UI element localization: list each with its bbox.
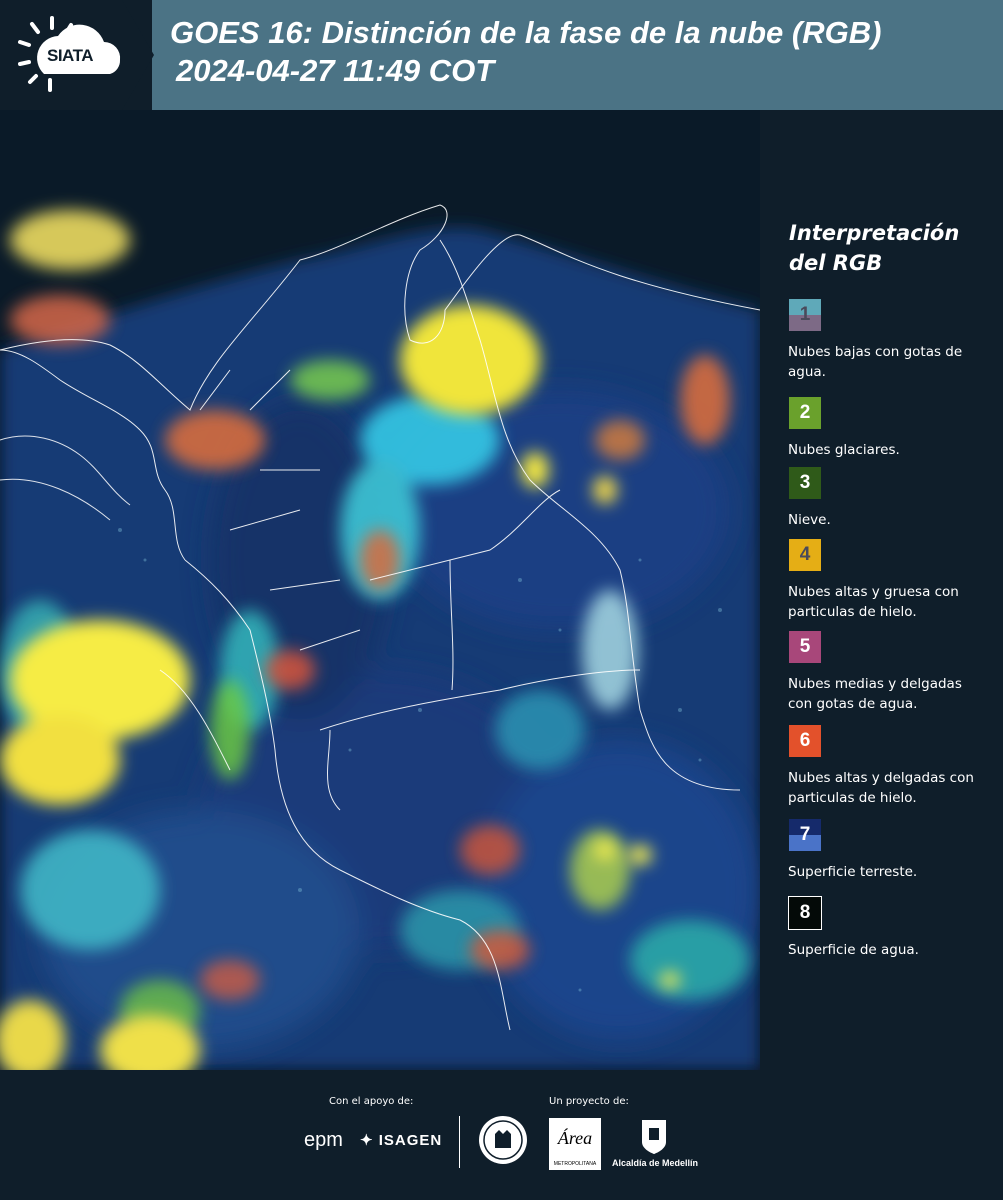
legend-swatch-3: 3 [788,466,822,500]
swatch-3-number: 3 [799,472,811,493]
legend-swatch-1: 1 [788,298,822,332]
swatch-2-number: 2 [799,402,811,423]
swatch-6-number: 6 [799,730,811,751]
area-metropolitana-icon: Área [557,1127,592,1148]
isagen-star-icon: ✦ [360,1132,374,1149]
legend-item-2: 2 Nubes glaciares. [788,396,988,460]
legend-label-4: Nubes altas y gruesa con particulas de h… [788,584,959,620]
legend-label-3: Nieve. [788,512,831,528]
project-label: Un proyecto de: [549,1096,629,1107]
page-title: GOES 16: Distinción de la fase de la nub… [170,14,881,90]
legend-swatch-5: 5 [788,630,822,664]
legend-item-3: 3 Nieve. [788,466,988,530]
legend-item-8: 8 Superficie de agua. [788,896,988,960]
satellite-image [0,110,760,1070]
header-bar: SIATA GOES 16: Distinción de la fase de … [0,0,1003,110]
legend-item-5: 5 Nubes medias y delgadas con gotas de a… [788,630,988,714]
legend-label-2: Nubes glaciares. [788,442,900,458]
area-metropolitana-logo: Área METROPOLITANA [549,1118,601,1170]
legend-item-7: 7 Superficie terreste. [788,818,988,882]
title-timestamp: 2024-04-27 11:49 COT [176,53,495,88]
legend-swatch-6: 6 [788,724,822,758]
legend-item-6: 6 Nubes altas y delgadas con particulas … [788,724,988,808]
legend-label-7: Superficie terreste. [788,864,918,880]
legend-item-1: 1 Nubes bajas con gotas de agua. [788,298,988,382]
swatch-8-number: 8 [799,902,811,923]
swatch-5-number: 5 [799,636,811,657]
epm-logo: epm [304,1129,343,1151]
legend-panel: Interpretación del RGB 1 Nubes bajas con… [762,110,1003,1070]
support-label: Con el apoyo de: [329,1096,414,1107]
legend-swatch-8: 8 [788,896,822,930]
legend-label-8: Superficie de agua. [788,942,919,958]
legend-swatch-7: 7 [788,818,822,852]
legend-swatch-2: 2 [788,396,822,430]
medellin-seal-icon [479,1116,527,1164]
swatch-4-number: 4 [799,544,811,565]
legend-label-5: Nubes medias y delgadas con gotas de agu… [788,676,962,712]
alcaldia-shield-icon [642,1120,666,1154]
legend-label-6: Nubes altas y delgadas con particulas de… [788,770,974,806]
swatch-7-number: 7 [799,824,811,845]
satellite-map[interactable] [0,110,760,1070]
svg-text:Área: Área [557,1127,592,1148]
legend-title-line2: del RGB [789,251,883,275]
title-product: GOES 16: Distinción de la fase de la nub… [170,15,882,50]
amva-text: METROPOLITANA [553,1161,597,1167]
legend-label-1: Nubes bajas con gotas de agua. [788,344,963,380]
legend-item-4: 4 Nubes altas y gruesa con particulas de… [788,538,988,622]
isagen-logo: ✦ ISAGEN [360,1131,442,1149]
legend-title-line1: Interpretación [789,221,960,245]
isagen-logo-text: ISAGEN [378,1132,443,1149]
legend-swatch-4: 4 [788,538,822,572]
siata-logo-text: SIATA [47,46,93,65]
footer: Con el apoyo de: Un proyecto de: epm ✦ I… [0,1070,1003,1200]
footer-divider [459,1116,460,1168]
alcaldia-medellin-text: Alcaldía de Medellín [612,1158,699,1168]
legend-title: Interpretación del RGB [789,218,959,278]
swatch-1-number: 1 [799,304,811,325]
